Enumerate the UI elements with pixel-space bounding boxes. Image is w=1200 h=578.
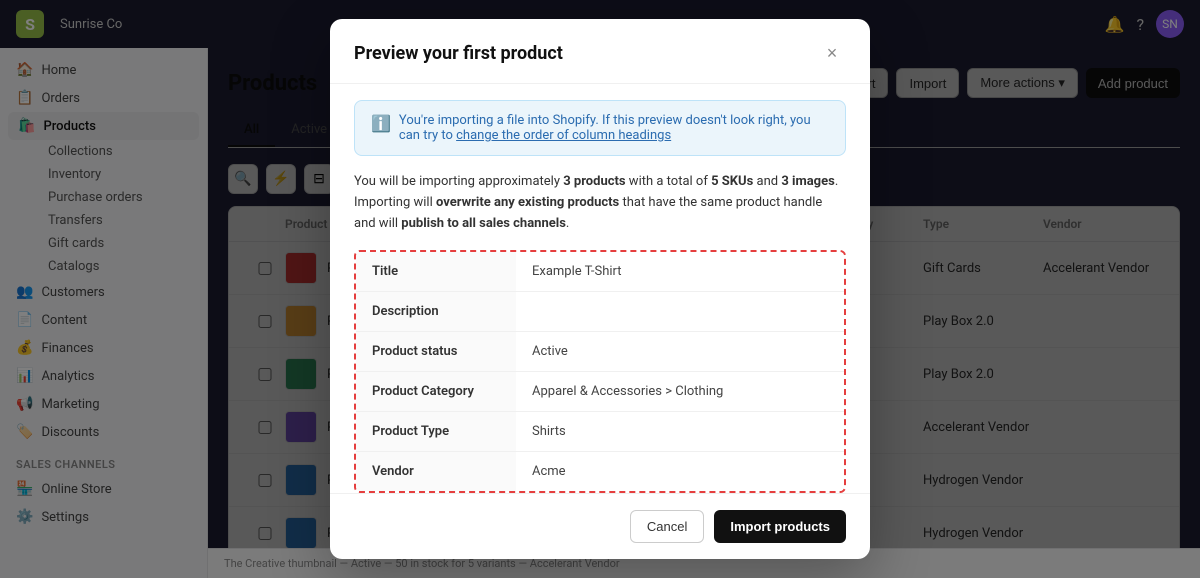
- preview-label-title: Title: [356, 252, 516, 291]
- preview-label-category: Product Category: [356, 372, 516, 411]
- skus-count: 5 SKUs: [711, 174, 753, 189]
- import-products-button[interactable]: Import products: [714, 510, 846, 543]
- modal-footer: Cancel Import products: [330, 493, 870, 559]
- import-preview-modal: Preview your first product × ℹ️ You're i…: [330, 19, 870, 559]
- preview-value-status: Active: [516, 332, 844, 371]
- preview-row-description: Description: [356, 292, 844, 332]
- info-banner-content: You're importing a file into Shopify. If…: [399, 113, 829, 143]
- preview-label-type: Product Type: [356, 412, 516, 451]
- summary-bold2: publish to all sales channels: [401, 216, 566, 231]
- preview-value-description: [516, 292, 844, 331]
- product-preview-table: Title Example T-Shirt Description Produc…: [354, 250, 846, 493]
- preview-row-category: Product Category Apparel & Accessories >…: [356, 372, 844, 412]
- summary-bold1: overwrite any existing products: [436, 195, 619, 210]
- preview-row-title: Title Example T-Shirt: [356, 252, 844, 292]
- cancel-button[interactable]: Cancel: [630, 510, 704, 543]
- preview-row-type: Product Type Shirts: [356, 412, 844, 452]
- preview-row-status: Product status Active: [356, 332, 844, 372]
- info-banner: ℹ️ You're importing a file into Shopify.…: [354, 100, 846, 156]
- preview-row-vendor: Vendor Acme: [356, 452, 844, 491]
- import-summary: You will be importing approximately 3 pr…: [354, 172, 846, 234]
- summary-and: and: [753, 174, 781, 189]
- preview-value-vendor: Acme: [516, 452, 844, 491]
- images-count: 3 images: [781, 174, 834, 189]
- preview-label-status: Product status: [356, 332, 516, 371]
- products-count: 3 products: [563, 174, 625, 189]
- summary-middle: with a total of: [626, 174, 712, 189]
- preview-label-description: Description: [356, 292, 516, 331]
- summary-suffix3: .: [566, 216, 569, 231]
- preview-value-type: Shirts: [516, 412, 844, 451]
- modal-header: Preview your first product ×: [330, 19, 870, 84]
- preview-label-vendor: Vendor: [356, 452, 516, 491]
- modal-close-button[interactable]: ×: [818, 39, 846, 67]
- modal-title: Preview your first product: [354, 43, 563, 64]
- info-icon: ℹ️: [371, 114, 391, 133]
- preview-value-category: Apparel & Accessories > Clothing: [516, 372, 844, 411]
- preview-value-title: Example T-Shirt: [516, 252, 844, 291]
- summary-prefix: You will be importing approximately: [354, 174, 563, 189]
- modal-overlay: Preview your first product × ℹ️ You're i…: [0, 0, 1200, 578]
- info-link[interactable]: change the order of column headings: [456, 128, 671, 143]
- modal-body: ℹ️ You're importing a file into Shopify.…: [330, 84, 870, 493]
